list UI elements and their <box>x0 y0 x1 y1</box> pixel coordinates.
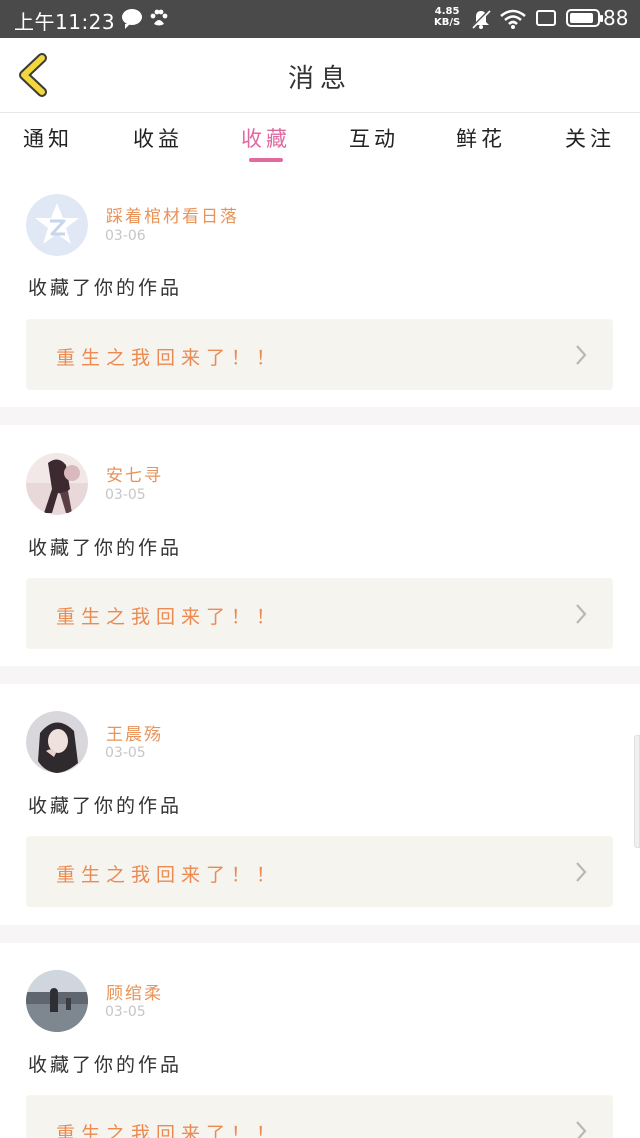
wifi-icon <box>500 9 526 29</box>
message-card: 安七寻 03-05 收藏了你的作品 重生之我回来了！！ <box>0 425 640 666</box>
network-speed-value: 4.85 <box>434 6 460 17</box>
work-title: 重生之我回来了！！ <box>56 347 282 369</box>
tab-interactions[interactable]: 互动 <box>334 123 414 153</box>
action-text: 收藏了你的作品 <box>28 795 183 817</box>
message-date: 03-05 <box>105 487 146 503</box>
action-text: 收藏了你的作品 <box>28 537 183 559</box>
username[interactable]: 踩着棺材看日落 <box>106 202 239 227</box>
status-time: 上午11:23 <box>14 10 116 34</box>
message-date: 03-05 <box>105 745 146 761</box>
recent-apps-icon <box>536 10 556 26</box>
chevron-right-icon <box>576 1121 587 1138</box>
card-divider <box>0 407 640 425</box>
message-date: 03-06 <box>105 228 146 244</box>
work-title: 重生之我回来了！！ <box>56 606 282 628</box>
network-speed: 4.85 KB/S <box>434 6 460 28</box>
message-date: 03-05 <box>105 1004 146 1020</box>
tab-bar: 通知 收益 收藏 互动 鲜花 关注 <box>0 113 640 165</box>
user-avatar[interactable] <box>26 453 88 515</box>
username[interactable]: 顾绾柔 <box>106 979 163 1004</box>
card-divider <box>0 925 640 943</box>
notifications-muted-icon <box>470 8 492 30</box>
work-title: 重生之我回来了！！ <box>56 864 282 886</box>
chevron-right-icon <box>576 604 587 624</box>
work-link[interactable]: 重生之我回来了！！ <box>26 578 613 649</box>
status-bar: 上午11:23 4.85 KB/S 88 <box>0 0 640 38</box>
tab-flowers[interactable]: 鲜花 <box>441 123 521 153</box>
card-divider <box>0 666 640 684</box>
battery-fill <box>570 13 593 23</box>
username[interactable]: 王晨殇 <box>106 720 163 745</box>
user-avatar[interactable] <box>26 711 88 773</box>
work-link[interactable]: 重生之我回来了！！ <box>26 836 613 907</box>
baidu-paw-icon <box>150 9 168 26</box>
work-title: 重生之我回来了！！ <box>56 1123 282 1138</box>
user-avatar[interactable] <box>26 970 88 1032</box>
app-header: 消息 <box>0 38 640 113</box>
tab-notifications[interactable]: 通知 <box>8 123 88 153</box>
chevron-right-icon <box>576 345 587 365</box>
tab-earnings[interactable]: 收益 <box>118 123 198 153</box>
work-link[interactable]: 重生之我回来了！！ <box>26 319 613 390</box>
username[interactable]: 安七寻 <box>106 461 163 486</box>
action-text: 收藏了你的作品 <box>28 277 183 299</box>
network-speed-unit: KB/S <box>434 17 461 28</box>
chevron-right-icon <box>576 862 587 882</box>
message-card: 踩着棺材看日落 03-06 收藏了你的作品 重生之我回来了！！ <box>0 165 640 407</box>
tab-favorites[interactable]: 收藏 <box>226 123 306 153</box>
message-card: 顾绾柔 03-05 收藏了你的作品 重生之我回来了！！ <box>0 943 640 1138</box>
battery-icon <box>566 9 603 27</box>
chat-notification-icon <box>122 9 142 29</box>
message-card: 王晨殇 03-05 收藏了你的作品 重生之我回来了！！ <box>0 684 640 925</box>
qzone-default-avatar-icon[interactable] <box>26 194 88 256</box>
tab-follows[interactable]: 关注 <box>550 123 630 153</box>
work-link[interactable]: 重生之我回来了！！ <box>26 1095 613 1138</box>
action-text: 收藏了你的作品 <box>28 1054 183 1076</box>
scroll-indicator[interactable] <box>634 735 640 848</box>
page-title: 消息 <box>287 64 352 94</box>
active-tab-indicator <box>249 158 283 162</box>
battery-level: 88 <box>603 6 629 30</box>
